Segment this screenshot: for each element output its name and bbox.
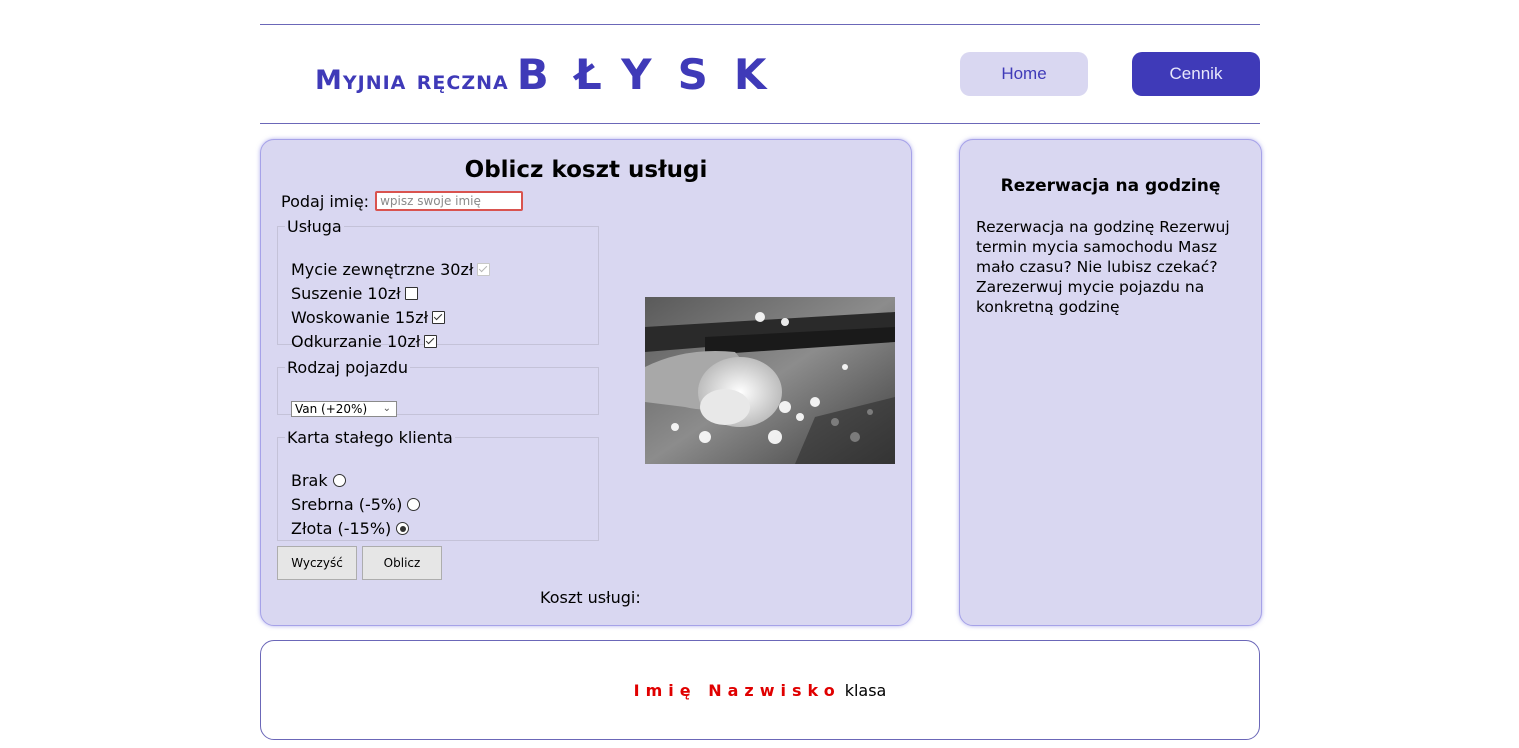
card-radio-brak[interactable] bbox=[332, 474, 346, 487]
calculator-panel: Oblicz koszt usługi Podaj imię: Usługa M… bbox=[260, 139, 912, 626]
service-option: Woskowanie 15zł bbox=[291, 308, 446, 327]
vehicle-select[interactable]: Van (+20%) ⌄ bbox=[291, 401, 397, 417]
service-label: Woskowanie 15zł bbox=[291, 308, 429, 327]
card-option: Srebrna (-5%) bbox=[291, 495, 421, 514]
services-legend: Usługa bbox=[287, 217, 342, 236]
nav-home-button[interactable]: Home bbox=[960, 52, 1088, 96]
nav-cennik-button[interactable]: Cennik bbox=[1132, 52, 1260, 96]
top-divider bbox=[260, 24, 1260, 25]
card-legend: Karta stałego klienta bbox=[287, 428, 453, 447]
service-option: Mycie zewnętrzne 30zł bbox=[291, 260, 491, 279]
reservation-panel: Rezerwacja na godzinę Rezerwacja na godz… bbox=[959, 139, 1262, 626]
service-label: Mycie zewnętrzne 30zł bbox=[291, 260, 474, 279]
card-radio-zlota[interactable] bbox=[396, 522, 410, 535]
brand-logo: Myjnia ręczna BŁYSK bbox=[315, 50, 792, 99]
service-checkbox-woskowanie[interactable] bbox=[432, 311, 446, 324]
class-label: klasa bbox=[844, 680, 887, 700]
service-label: Odkurzanie 10zł bbox=[291, 332, 421, 351]
service-checkbox-mycie[interactable] bbox=[477, 263, 491, 276]
page: Myjnia ręczna BŁYSK Home Cennik Oblicz ko… bbox=[260, 0, 1262, 748]
header-divider bbox=[260, 123, 1260, 124]
form-title: Oblicz koszt usługi bbox=[464, 157, 708, 183]
card-label: Brak bbox=[291, 471, 328, 490]
author-name: Imię Nazwisko bbox=[633, 680, 841, 700]
service-label: Suszenie 10zł bbox=[291, 284, 401, 303]
name-input[interactable] bbox=[375, 191, 524, 211]
reservation-title: Rezerwacja na godzinę bbox=[1000, 176, 1221, 196]
card-option: Brak bbox=[291, 471, 346, 490]
vehicle-legend: Rodzaj pojazdu bbox=[287, 358, 408, 377]
brand-subtitle: Myjnia ręczna bbox=[315, 65, 509, 96]
service-option: Suszenie 10zł bbox=[291, 284, 418, 303]
card-label: Złota (-15%) bbox=[291, 519, 392, 538]
reservation-text: Rezerwacja na godzinę Rezerwuj termin my… bbox=[976, 218, 1230, 316]
service-checkbox-odkurzanie[interactable] bbox=[424, 335, 438, 348]
clear-button[interactable]: Wyczyść bbox=[277, 546, 357, 580]
name-label: Podaj imię: bbox=[281, 191, 370, 211]
card-label: Srebrna (-5%) bbox=[291, 495, 403, 514]
calculate-button[interactable]: Oblicz bbox=[362, 546, 442, 580]
service-checkbox-suszenie[interactable] bbox=[404, 287, 418, 300]
services-fieldset: Usługa Mycie zewnętrzne 30zł Suszenie 10… bbox=[277, 217, 599, 351]
card-option: Złota (-15%) bbox=[291, 519, 410, 538]
vehicle-selected-value: Van (+20%) bbox=[295, 402, 368, 416]
car-wash-photo bbox=[645, 297, 895, 464]
card-fieldset: Karta stałego klienta Brak Srebrna (-5%)… bbox=[277, 428, 599, 541]
brand-title: BŁYSK bbox=[516, 50, 793, 99]
chevron-down-icon: ⌄ bbox=[382, 403, 391, 414]
card-radio-srebrna[interactable] bbox=[407, 498, 421, 511]
footer: Imię Nazwisko klasa bbox=[260, 640, 1260, 740]
cost-label: Koszt usługi: bbox=[540, 588, 641, 607]
vehicle-fieldset: Rodzaj pojazdu Van (+20%) ⌄ bbox=[277, 358, 599, 417]
service-option: Odkurzanie 10zł bbox=[291, 332, 438, 351]
name-row: Podaj imię: bbox=[281, 191, 524, 211]
